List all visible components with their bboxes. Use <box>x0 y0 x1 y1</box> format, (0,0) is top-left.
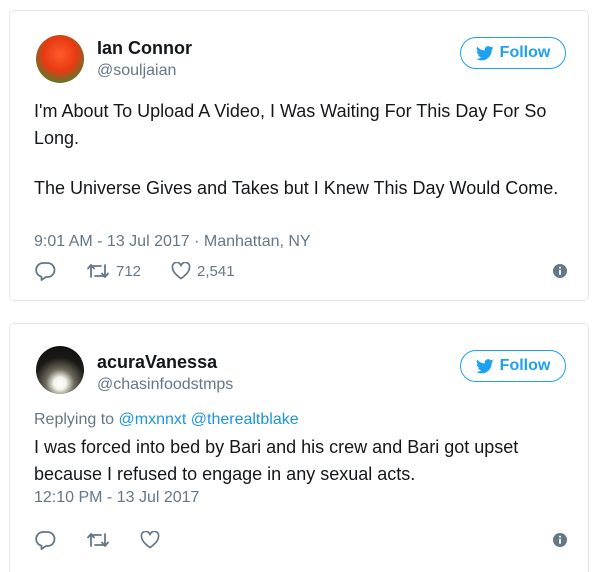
reply-icon <box>35 262 56 281</box>
reply-button[interactable] <box>34 530 56 550</box>
author-name[interactable]: Ian Connor <box>97 38 192 59</box>
follow-button[interactable]: Follow <box>460 37 566 69</box>
follow-label: Follow <box>499 357 551 374</box>
retweet-icon <box>87 533 109 547</box>
follow-button[interactable]: Follow <box>460 350 566 382</box>
avatar[interactable] <box>36 35 84 83</box>
retweet-button[interactable] <box>86 531 110 549</box>
reply-button[interactable] <box>34 261 56 281</box>
tweet-text: I was forced into bed by Bari and his cr… <box>34 437 519 484</box>
retweet-button[interactable]: 712 <box>86 262 141 280</box>
follow-label: Follow <box>499 44 551 61</box>
author-handle[interactable]: @chasinfoodstmps <box>97 376 233 394</box>
mention-link[interactable]: @mxnnxt <box>119 411 187 428</box>
avatar[interactable] <box>36 346 84 394</box>
retweet-count: 712 <box>116 262 142 280</box>
tweet-text-paragraph: I'm About To Upload A Video, I Was Waiti… <box>34 101 547 148</box>
author-handle[interactable]: @souljaian <box>97 62 176 80</box>
twitter-bird-icon <box>475 45 494 60</box>
tweet-actions: 712 2,541 <box>34 260 265 282</box>
mention-link[interactable]: @therealtblake <box>191 411 299 428</box>
tweet-timestamp[interactable]: 9:01 AM - 13 Jul 2017 · Manhattan, NY <box>34 233 311 251</box>
reply-icon <box>35 531 56 550</box>
heart-icon <box>140 531 160 549</box>
like-button[interactable]: 2,541 <box>171 262 235 280</box>
replying-to-prefix: Replying to <box>34 411 115 428</box>
tweet-card: Ian Connor @souljaian Follow I'm About T… <box>9 10 589 301</box>
tweet-timestamp[interactable]: 12:10 PM - 13 Jul 2017 <box>34 489 199 507</box>
info-icon[interactable] <box>553 264 567 278</box>
like-button[interactable] <box>140 531 160 549</box>
heart-icon <box>171 262 191 280</box>
tweet-actions <box>34 529 190 551</box>
tweet-text-paragraph: The Universe Gives and Takes but I Knew … <box>34 178 559 198</box>
twitter-bird-icon <box>475 358 494 373</box>
info-icon[interactable] <box>553 533 567 547</box>
replying-to: Replying to @mxnnxt @therealtblake <box>34 411 299 429</box>
retweet-icon <box>87 264 109 278</box>
author-name[interactable]: acuraVanessa <box>97 352 217 373</box>
tweet-card: acuraVanessa @chasinfoodstmps Follow Rep… <box>9 323 589 572</box>
like-count: 2,541 <box>197 262 235 280</box>
